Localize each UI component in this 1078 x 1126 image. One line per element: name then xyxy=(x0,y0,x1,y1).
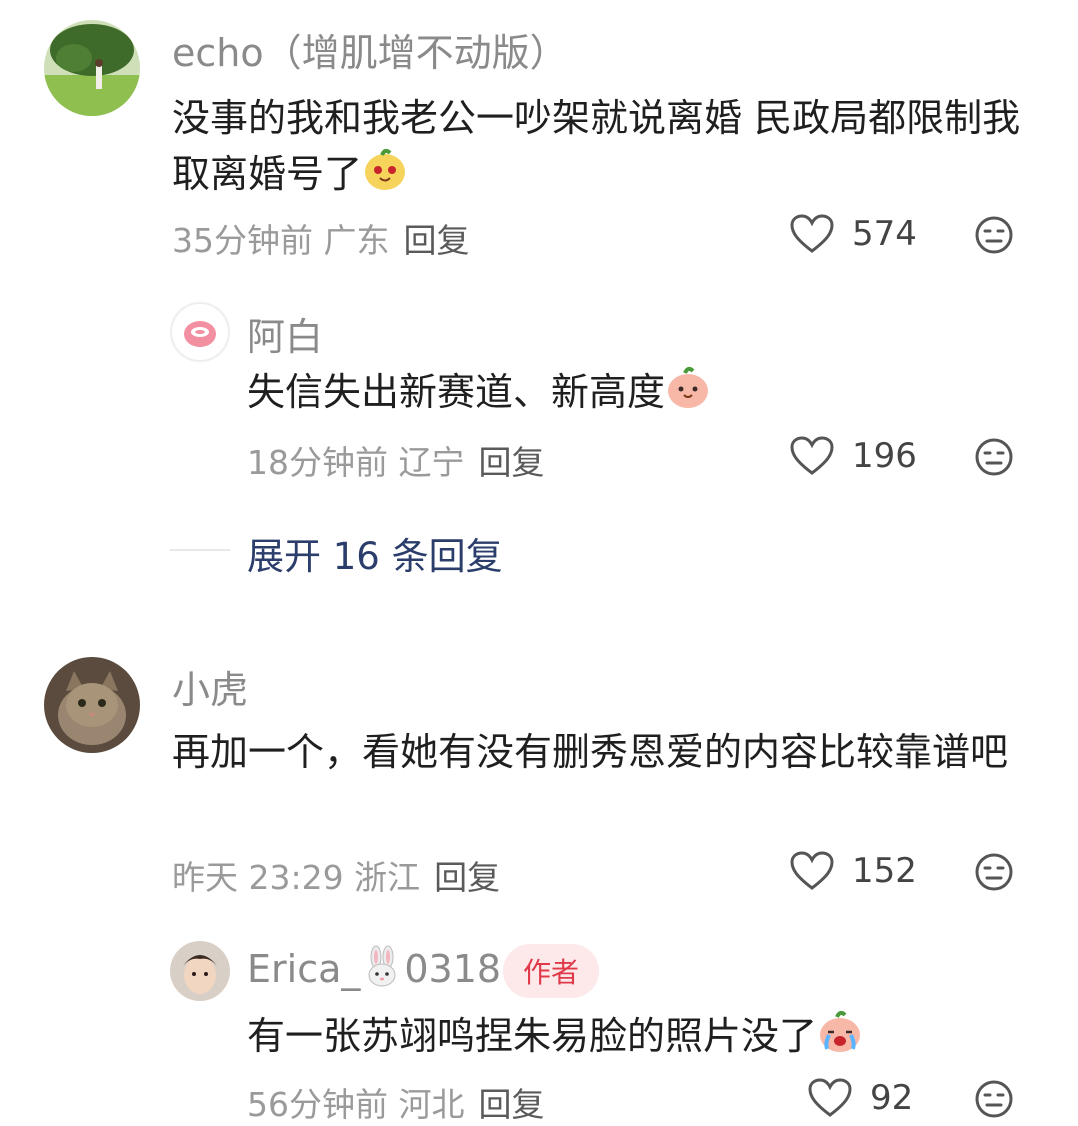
reply-button[interactable]: 回复 xyxy=(478,1085,544,1124)
heart-icon xyxy=(808,1078,852,1117)
like-button[interactable] xyxy=(790,851,834,895)
username-prefix: Erica_ xyxy=(247,947,361,991)
neutral-face-icon xyxy=(975,1080,1013,1118)
dislike-button[interactable] xyxy=(974,215,1014,259)
reply-time-location: 18分钟前 辽宁 xyxy=(247,443,465,482)
comment-meta: 昨天 23:29 浙江 回复 xyxy=(172,851,500,899)
like-button[interactable] xyxy=(790,214,834,258)
username-suffix: 0318 xyxy=(404,947,502,991)
reply-button[interactable]: 回复 xyxy=(403,221,469,260)
reply-content: 失信失出新赛道、新高度 xyxy=(247,364,1027,425)
author-badge: 作者 xyxy=(503,944,600,998)
like-count: 574 xyxy=(852,214,917,254)
like-button[interactable] xyxy=(808,1078,852,1122)
neutral-face-icon xyxy=(975,438,1013,476)
like-count: 196 xyxy=(852,436,917,476)
dislike-button[interactable] xyxy=(974,1079,1014,1123)
reply-button[interactable]: 回复 xyxy=(434,858,500,897)
avatar[interactable] xyxy=(44,20,140,116)
heart-icon xyxy=(790,214,834,253)
reply-button[interactable]: 回复 xyxy=(478,443,544,482)
comment-username[interactable]: echo（增肌增不动版） xyxy=(172,22,568,77)
neutral-face-icon xyxy=(975,853,1013,891)
reply-time-location: 56分钟前 河北 xyxy=(247,1085,465,1124)
crying-blob-emoji xyxy=(817,1008,863,1069)
reply-meta: 56分钟前 河北 回复 xyxy=(247,1078,544,1126)
like-button[interactable] xyxy=(790,436,834,480)
comment-text: 没事的我和我老公一吵架就说离婚 民政局都限制我取离婚号了 xyxy=(172,96,1021,196)
reply-username[interactable]: 阿白 xyxy=(247,306,323,361)
divider xyxy=(170,549,230,551)
like-count: 92 xyxy=(870,1078,914,1118)
comment-time-location: 昨天 23:29 浙江 xyxy=(172,858,421,897)
avatar[interactable] xyxy=(170,941,230,1001)
heart-icon xyxy=(790,851,834,890)
reply-content: 有一张苏翊鸣捏朱易脸的照片没了 xyxy=(247,1008,1027,1069)
avatar[interactable] xyxy=(44,657,140,753)
comment-content: 再加一个，看她有没有删秀恩爱的内容比较靠谱吧 xyxy=(172,730,1009,774)
comment-time-location: 35分钟前 广东 xyxy=(172,221,390,260)
avatar[interactable] xyxy=(170,302,230,362)
rabbit-icon xyxy=(360,945,404,998)
like-count: 152 xyxy=(852,851,917,891)
comment-meta: 35分钟前 广东 回复 xyxy=(172,214,469,262)
dislike-button[interactable] xyxy=(974,852,1014,896)
peach-blob-emoji xyxy=(665,364,711,425)
neutral-face-icon xyxy=(975,216,1013,254)
expand-replies-link[interactable]: 展开 16 条回复 xyxy=(247,526,503,580)
reply-meta: 18分钟前 辽宁 回复 xyxy=(247,436,544,484)
heart-icon xyxy=(790,436,834,475)
reply-text: 失信失出新赛道、新高度 xyxy=(247,370,666,414)
reply-text: 有一张苏翊鸣捏朱易脸的照片没了 xyxy=(247,1014,818,1058)
comment-content: 没事的我和我老公一吵架就说离婚 民政局都限制我取离婚号了 xyxy=(172,90,1032,207)
comment-username[interactable]: 小虎 xyxy=(172,659,248,714)
reply-username[interactable]: Erica_ 0318 xyxy=(247,945,501,998)
smiling-blob-emoji xyxy=(362,146,408,207)
dislike-button[interactable] xyxy=(974,437,1014,481)
